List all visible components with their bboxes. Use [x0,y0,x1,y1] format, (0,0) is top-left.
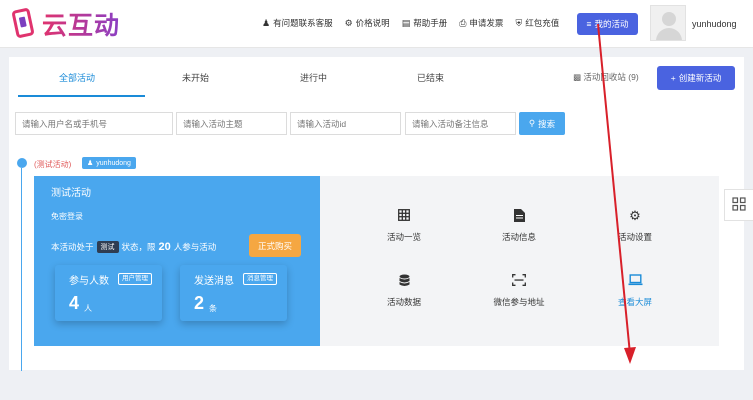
shield-icon: ⛨ [515,17,523,28]
brand-logo[interactable]: 云互动 [10,6,120,42]
messages-count: 2 [194,293,205,313]
activity-status-text: 本活动处于 测试 状态，限 20 人参与活动 [51,241,217,253]
tab-all[interactable]: 全部活动 [59,71,95,84]
user-manage-button[interactable]: 用户管理 [118,273,152,285]
recycle-bin-link[interactable]: ▩ 活动回收站 (9) [573,71,639,83]
search-icon: ⚲ [528,118,536,128]
activity-tabs: 全部活动 未开始 进行中 已结束 ▩ 活动回收站 (9) + 创建新活动 [9,57,744,97]
nav-invoice[interactable]: ⎙ 申请发票 [459,17,503,29]
list-icon: ≡ [586,19,592,29]
message-manage-button[interactable]: 消息管理 [243,273,277,285]
id-search-input[interactable] [290,112,401,135]
create-activity-button[interactable]: + 创建新活动 [657,66,735,90]
tab-in-progress[interactable]: 进行中 [300,71,327,84]
nav-help-manual[interactable]: ▤ 帮助手册 [402,17,448,29]
tab-not-started[interactable]: 未开始 [182,71,209,84]
participants-stat: 参与人数 用户管理 4 人 [55,265,162,321]
document-icon [479,209,559,223]
action-overview[interactable]: 活动一览 [364,209,444,243]
database-icon [364,274,444,288]
laptop-icon [595,274,675,288]
nav-pricing[interactable]: ⚙ 价格说明 [345,17,390,29]
action-wechat-link[interactable]: 微信参与地址 [479,274,559,308]
note-search-input[interactable] [405,112,516,135]
username[interactable]: yunhudong [692,19,737,29]
qrcode-icon [732,196,746,214]
top-header: 云互动 ♟ 有问题联系客服 ⚙ 价格说明 ▤ 帮助手册 ⎙ 申请发票 ⛨ 红包充… [0,0,753,48]
my-activities-button[interactable]: ≡ 我的活动 [577,13,638,35]
phone-logo-icon [10,7,36,41]
action-info[interactable]: 活动信息 [479,209,559,243]
messages-stat: 发送消息 消息管理 2 条 [180,265,287,321]
timeline-dot [17,158,27,168]
activity-card: 测试活动 免密登录 本活动处于 测试 状态，限 20 人参与活动 正式购买 参与… [34,176,719,346]
gear-icon: ⚙ [629,208,641,223]
user-icon: ♟ [87,160,94,167]
qrcode-float-button[interactable] [724,189,753,221]
book-icon: ▤ [401,17,411,28]
user-search-input[interactable] [15,112,173,135]
action-data[interactable]: 活动数据 [364,274,444,308]
user-plus-icon: ♟ [262,17,271,28]
timeline-line [21,168,22,371]
trash-icon: ▩ [573,72,582,82]
action-big-screen[interactable]: 查看大屏 [595,274,675,308]
participants-count: 4 [69,293,80,313]
plus-icon: + [670,73,676,83]
topic-search-input[interactable] [176,112,287,135]
nav-contact-support[interactable]: ♟ 有问题联系客服 [262,17,333,29]
avatar[interactable] [650,5,686,41]
participant-limit: 20 [158,241,171,253]
search-button[interactable]: ⚲ 搜索 [519,112,565,135]
activity-summary: 测试活动 免密登录 本活动处于 测试 状态，限 20 人参与活动 正式购买 参与… [34,176,320,346]
active-tab-indicator [18,95,145,97]
tab-ended[interactable]: 已结束 [417,71,444,84]
qrcode-scan-icon [479,274,559,288]
timeline-user-tag: ♟ yunhudong [82,157,136,169]
brand-name: 云互动 [42,6,120,42]
gear-icon: ⚙ [344,17,353,28]
status-badge: 测试 [96,241,119,253]
activity-title: 测试活动 [51,188,91,199]
printer-icon: ⎙ [459,17,467,28]
login-mode: 免密登录 [51,212,83,221]
action-settings[interactable]: ⚙ 活动设置 [595,209,675,243]
grid-icon [364,209,444,223]
timeline-activity-label: (测试活动) [34,160,72,169]
top-nav: ♟ 有问题联系客服 ⚙ 价格说明 ▤ 帮助手册 ⎙ 申请发票 ⛨ 红包充值 [262,17,571,29]
nav-recharge[interactable]: ⛨ 红包充值 [515,17,559,29]
purchase-button[interactable]: 正式购买 [249,234,301,257]
